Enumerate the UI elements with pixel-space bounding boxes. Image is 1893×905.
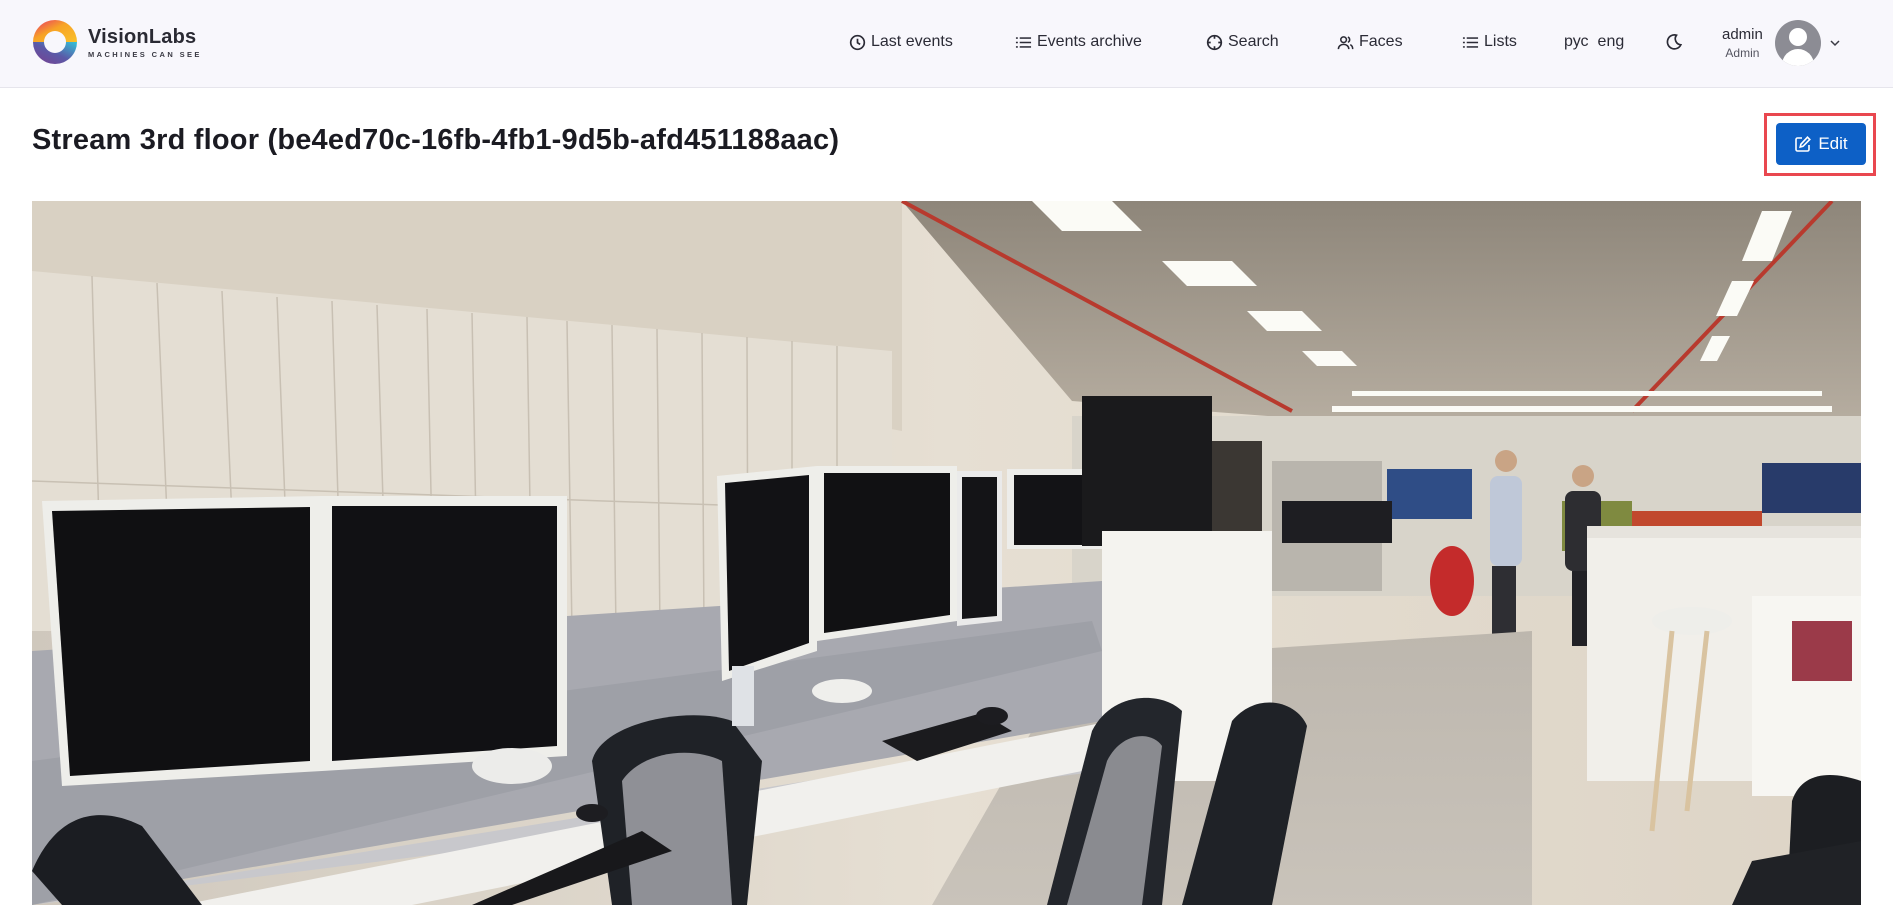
user-name: admin (1722, 25, 1763, 43)
users-icon (1337, 35, 1354, 49)
language-en[interactable]: eng (1598, 33, 1625, 51)
language-switcher: рус eng (1564, 30, 1624, 54)
user-avatar-icon (1774, 20, 1821, 66)
page-title: Stream 3rd floor (be4ed70c-16fb-4fb1-9d5… (32, 124, 840, 156)
nav-events-archive-label: Events archive (1037, 33, 1142, 50)
user-menu[interactable]: admin Admin (1722, 20, 1841, 66)
edit-button[interactable]: Edit (1776, 123, 1866, 165)
moon-icon[interactable] (1664, 32, 1684, 52)
nav-search[interactable]: Search (1206, 30, 1279, 54)
nav-lists[interactable]: Lists (1462, 30, 1517, 54)
nav-last-events-label: Last events (871, 33, 953, 50)
edit-button-label: Edit (1818, 134, 1848, 153)
crosshair-icon (1206, 34, 1223, 50)
brand-name: VisionLabs (88, 25, 197, 48)
nav-faces[interactable]: Faces (1337, 30, 1403, 54)
language-ru[interactable]: рус (1564, 33, 1589, 51)
brand-tagline: MACHINES CAN SEE (88, 49, 202, 59)
visionlabs-logo-icon (33, 20, 77, 64)
stream-image (32, 201, 1861, 905)
user-role: Admin (1725, 45, 1760, 60)
nav-last-events[interactable]: Last events (849, 30, 953, 54)
visionlabs-logo[interactable]: VisionLabs MACHINES CAN SEE (32, 19, 202, 65)
clock-icon (849, 34, 866, 50)
nav-events-archive[interactable]: Events archive (1015, 30, 1142, 54)
edit-icon (1795, 136, 1812, 152)
chevron-down-icon (1830, 40, 1840, 47)
top-header: VisionLabs MACHINES CAN SEE Last events … (0, 0, 1893, 88)
stream-preview (32, 201, 1861, 905)
nav-search-label: Search (1228, 33, 1279, 50)
list-icon (1462, 36, 1479, 48)
list-icon (1015, 36, 1032, 48)
nav-lists-label: Lists (1484, 33, 1517, 50)
nav-faces-label: Faces (1359, 33, 1403, 50)
